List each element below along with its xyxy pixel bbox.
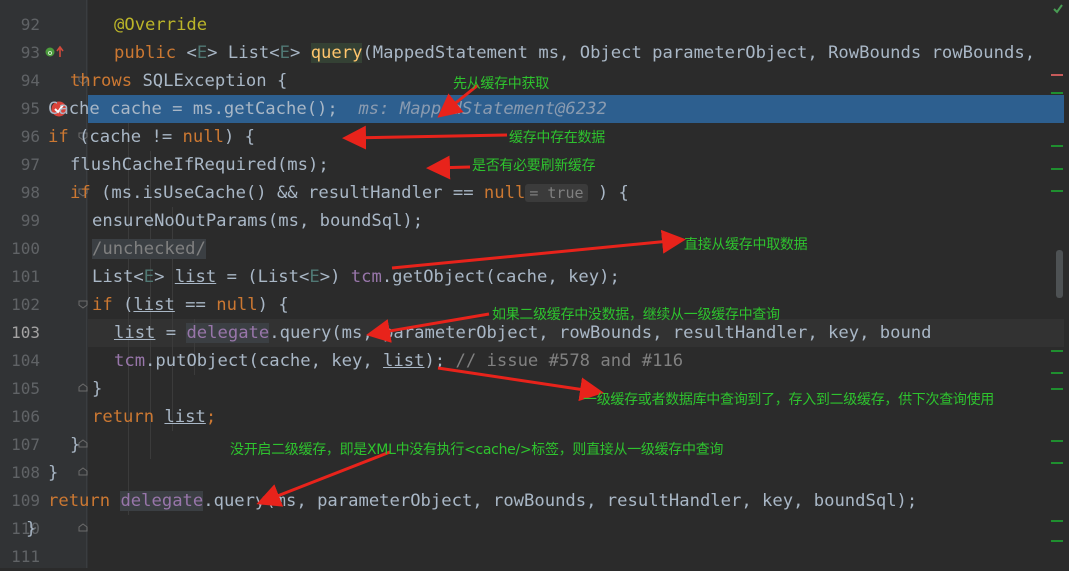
annotation-note: 如果二级缓存中没数据，继续从一级缓存中查询 bbox=[492, 307, 780, 323]
annotation-note: 缓存中存在数据 bbox=[509, 130, 605, 146]
arrow bbox=[342, 125, 508, 150]
arrow bbox=[426, 155, 471, 180]
arrow bbox=[437, 366, 604, 402]
annotation-note: 直接从缓存中取数据 bbox=[684, 237, 808, 253]
annotation-note: 先从缓存中获取 bbox=[453, 76, 549, 92]
arrow bbox=[391, 229, 686, 270]
annotation-note: 没开启二级缓存，即是XML中没有执行<cache/>标签，则直接从一级缓存中查询 bbox=[230, 442, 724, 458]
annotation-note: 一级缓存或者数据库中查询到了，存入到二级缓存，供下次查询使用 bbox=[583, 392, 994, 408]
arrow bbox=[366, 312, 490, 343]
annotation-note: 是否有必要刷新缓存 bbox=[472, 158, 596, 174]
arrow bbox=[256, 450, 391, 507]
